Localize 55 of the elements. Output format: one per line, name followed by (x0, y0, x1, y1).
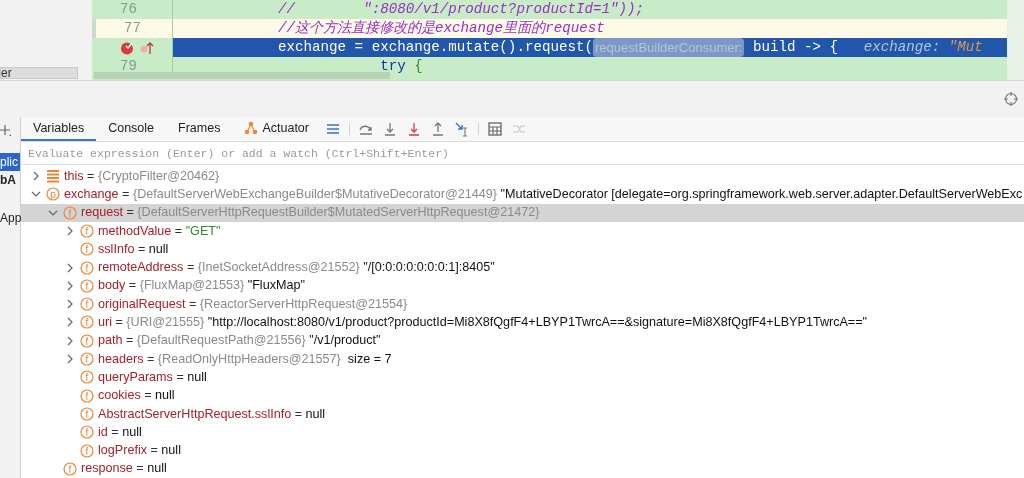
down-arrow-icon[interactable] (406, 121, 422, 138)
scrollbar-label: er (0, 67, 78, 79)
nodes-icon (244, 121, 259, 136)
horizontal-scrollbar[interactable] (94, 72, 390, 79)
variable-text: headers = {ReadOnlyHttpHeaders@21557} size = 7 (98, 350, 392, 368)
field-icon: f (80, 388, 94, 403)
variable-text: remoteAddress = {InetSocketAddress@21552} "/[0:0:0:0:0:0:0:1]:8405" (98, 259, 495, 277)
field-icon: f (80, 333, 94, 348)
variable-text: uri = {URI@21555} "http://localhost:8080/v1/product?productId=Mi8X8fQgfF4+LBYP1TwrcA==&signature=Mi8X8fQgfF4+LBYP1TwrcA==" (98, 314, 868, 332)
field-icon: f (80, 278, 94, 293)
field-icon: f (80, 297, 94, 312)
down-arrow-icon[interactable] (382, 121, 398, 138)
parameter-icon: p (46, 187, 60, 202)
tab[interactable]: Actuator (232, 117, 321, 142)
field-icon: f (80, 315, 94, 330)
variable-text: sslInfo = null (98, 240, 169, 258)
up-arrow-icon[interactable] (430, 121, 446, 138)
stack-icon (46, 169, 60, 184)
variable-text: cookies = null (98, 387, 175, 405)
field-icon: f (80, 352, 94, 367)
field-icon: f (80, 260, 94, 275)
variable-text: exchange = {DefaultServerWebExchangeBuilder$MutativeDecorator@21449} "MutativeDecorator [delegate=org.springframework.web.server.adapter.DefaultServerWebExc (64, 185, 1023, 203)
field-icon: f (80, 242, 94, 257)
variable-text: request = {DefaultServerHttpRequestBuilder$MutatedServerHttpRequest@21472} (81, 204, 540, 222)
field-icon: f (80, 443, 94, 458)
variable-text: body = {FluxMap@21553} "FluxMap" (98, 277, 305, 295)
field-icon: f (80, 224, 94, 238)
field-icon: f (80, 425, 94, 440)
panel-item[interactable]: bA (0, 171, 20, 189)
panel-item[interactable]: App (0, 209, 20, 227)
add-icon[interactable] (0, 124, 12, 138)
variable-text: logPrefix = null (98, 442, 181, 460)
field-icon: f (80, 406, 94, 421)
variable-text: AbstractServerHttpRequest.sslInfo = null (98, 405, 326, 423)
variable-text: response = null (81, 460, 167, 478)
field-icon: f (63, 461, 77, 476)
variable-text: id = null (98, 423, 142, 441)
tab[interactable]: Console (96, 117, 167, 142)
variable-text: methodValue = "GET" (98, 222, 221, 240)
cursor-arrow-icon[interactable] (454, 121, 470, 138)
variable-text: queryParams = null (98, 368, 207, 386)
crosshair-icon[interactable] (1004, 92, 1018, 106)
line-number: 76 (120, 0, 137, 19)
line-number: 77 (124, 19, 141, 38)
panel-item[interactable]: plic (0, 153, 20, 171)
variable-text: originalRequest = {ReactorServerHttpRequest@21554} (98, 295, 408, 313)
breakpoint-icon[interactable] (120, 40, 134, 55)
variable-text: this = {CryptoFilter@20462} (64, 167, 220, 185)
arrow-icon (140, 40, 154, 55)
line-number: 79 (120, 57, 137, 76)
tab[interactable]: Frames (166, 117, 233, 142)
field-icon: f (80, 370, 94, 385)
variable-text: path = {DefaultRequestPath@21556} "/v1/product" (98, 332, 381, 350)
field-icon: f (63, 205, 77, 220)
calculator-icon[interactable] (487, 121, 503, 138)
